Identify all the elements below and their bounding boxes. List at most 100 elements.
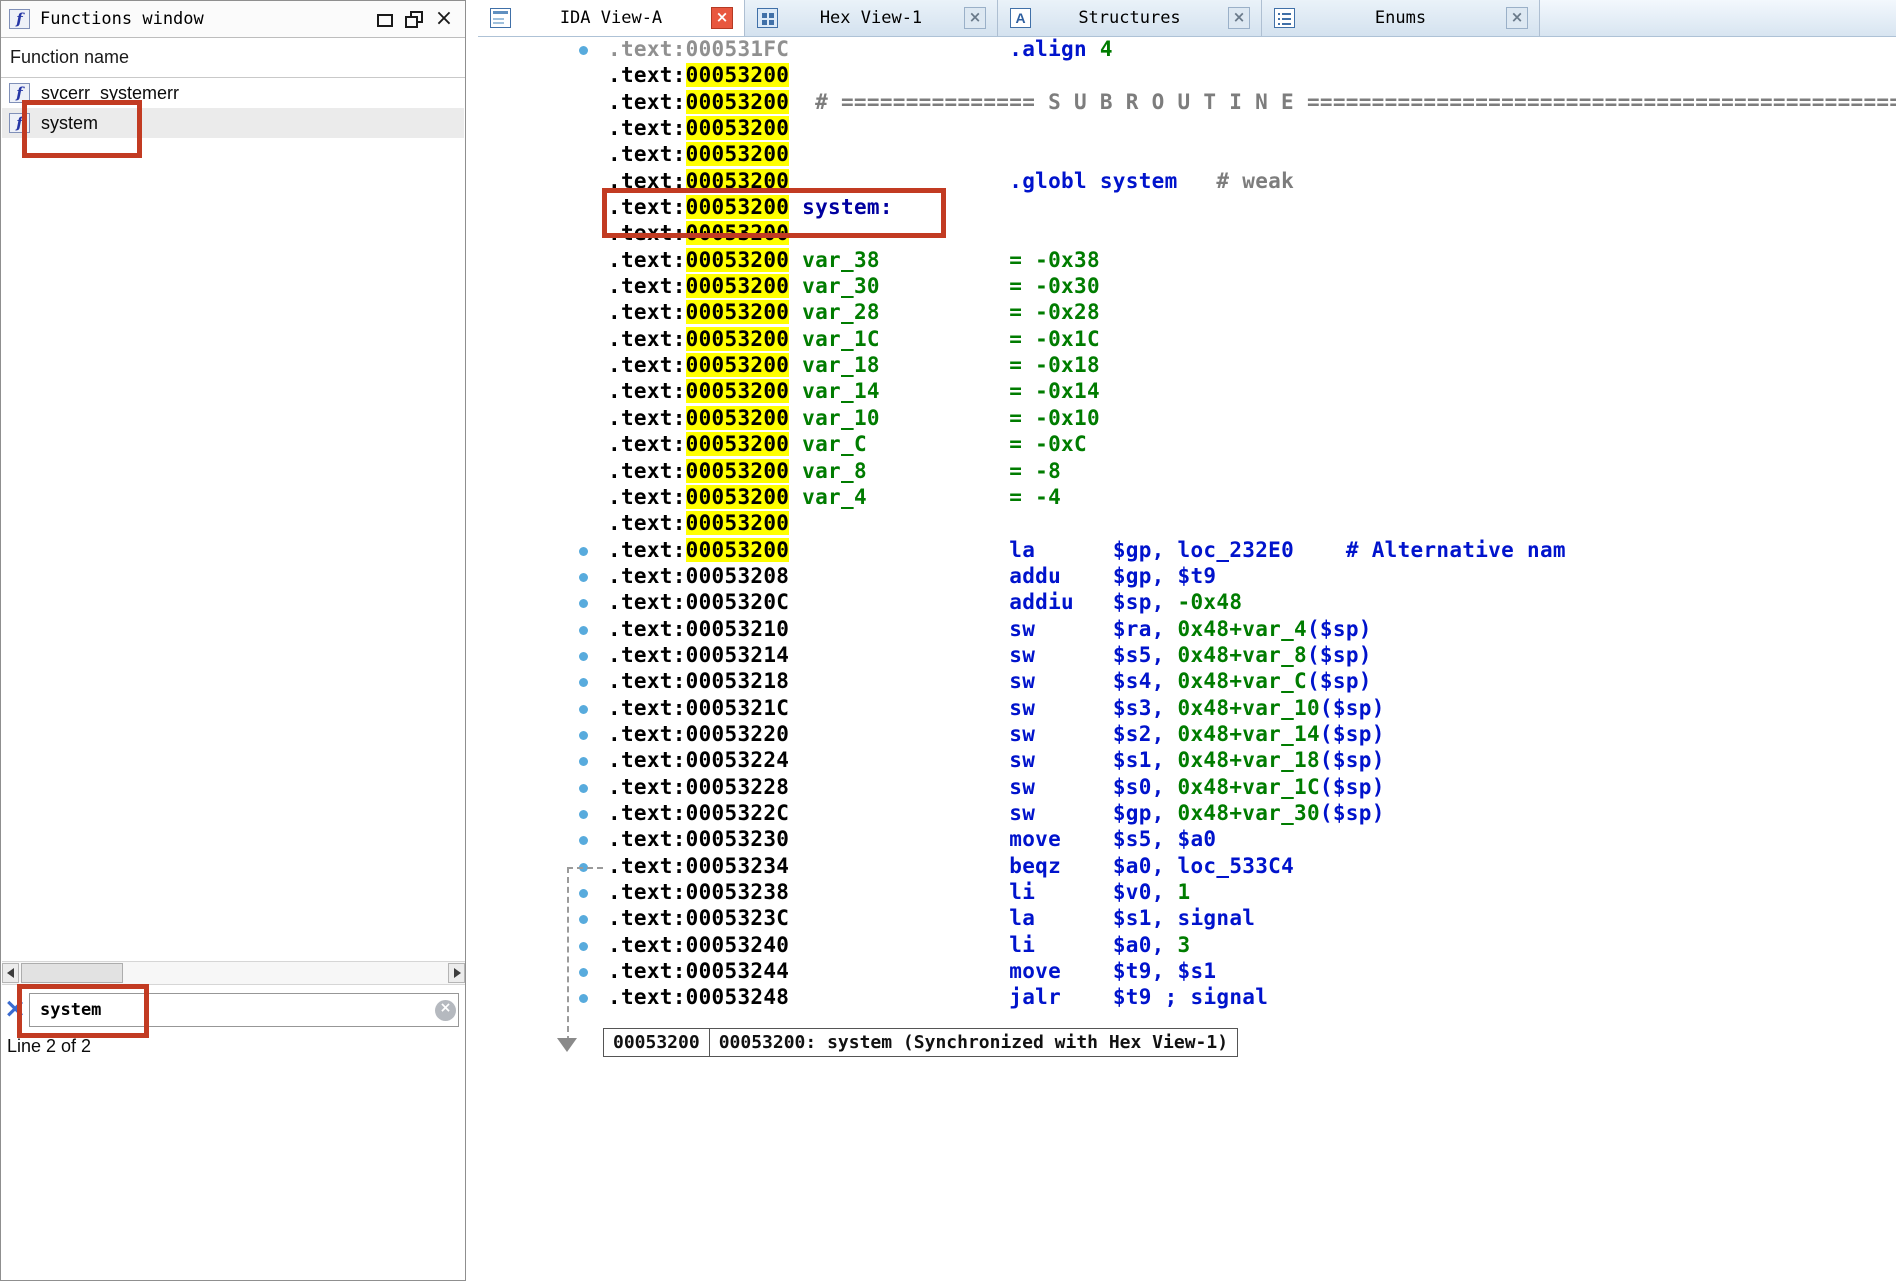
tab-close-button[interactable]: × <box>711 7 733 29</box>
disassembly-line[interactable]: .text:0005323C la $s1, signal <box>478 906 1896 932</box>
scrollbar-thumb[interactable] <box>21 963 123 983</box>
tab-structures[interactable]: Structures × <box>998 0 1262 36</box>
disassembly-line[interactable]: .text:00053200 var_28 = -0x28 <box>478 300 1896 326</box>
address: 0005322C <box>685 800 790 825</box>
clear-search-icon[interactable]: × <box>435 1000 456 1021</box>
disassembly-line[interactable]: .text:000531FC .align 4 <box>478 37 1896 63</box>
disassembly-line[interactable]: .text:00053234 beqz $a0, loc_533C4 <box>478 854 1896 880</box>
disassembly-line[interactable]: .text:00053200 <box>478 63 1896 89</box>
disassembly-line[interactable]: .text:00053210 sw $ra, 0x48+var_4($sp) <box>478 617 1896 643</box>
code-token: beqz <box>1009 853 1062 878</box>
close-button-icon[interactable]: × <box>429 5 459 33</box>
function-icon: f <box>9 9 30 29</box>
disassembly-line[interactable]: .text:00053200 <box>478 116 1896 142</box>
tab-close-button[interactable]: × <box>1228 7 1250 29</box>
tab-ida-view-a[interactable]: IDA View-A × <box>478 0 745 36</box>
horizontal-scrollbar[interactable] <box>2 961 465 985</box>
hex-view-icon <box>757 8 778 28</box>
disassembly-line[interactable]: .text:00053238 li $v0, 1 <box>478 880 1896 906</box>
disassembly-line[interactable]: .text:00053200 la $gp, loc_232E0 # Alter… <box>478 537 1896 564</box>
tab-label: Hex View-1 <box>819 8 923 28</box>
disassembly-line[interactable]: .text:00053200 var_38 = -0x38 <box>478 247 1896 274</box>
disassembly-line[interactable]: .text:00053200 <box>478 511 1896 537</box>
code-token: $s3, <box>1112 695 1178 720</box>
segment-prefix: .text: <box>608 458 686 483</box>
disassembly-line[interactable]: .text:00053200 # =============== S U B R… <box>478 89 1896 116</box>
disassembly-line[interactable]: .text:00053200 <box>478 142 1896 168</box>
disassembly-line[interactable]: .text:00053244 move $t9, $s1 <box>478 959 1896 985</box>
segment-prefix: .text: <box>608 511 686 536</box>
restore-button-icon[interactable] <box>399 5 429 33</box>
disassembly-line[interactable]: .text:00053200 var_14 = -0x14 <box>478 379 1896 405</box>
disassembly-line[interactable]: .text:00053200 var_1C = -0x1C <box>478 326 1896 353</box>
code-dot-icon <box>579 46 588 55</box>
code-token: 0x48+var_4 <box>1177 616 1307 641</box>
code-token: 3 <box>1177 932 1191 957</box>
disassembly-line[interactable]: .text:00053240 li $a0, 3 <box>478 933 1896 959</box>
disassembly-line[interactable]: .text:00053214 sw $s5, 0x48+var_8($sp) <box>478 643 1896 669</box>
disassembly-line[interactable]: .text:00053200 var_18 = -0x18 <box>478 353 1896 379</box>
code-token: sw <box>1009 800 1036 825</box>
scroll-right-button[interactable] <box>448 963 465 983</box>
address: 00053200 <box>685 537 790 562</box>
segment-prefix: .text: <box>608 116 686 141</box>
tab-close-button[interactable]: × <box>1506 7 1528 29</box>
code-token: = -0x10 <box>1009 405 1100 430</box>
disassembly-line[interactable]: .text:00053200 var_C = -0xC <box>478 432 1896 458</box>
jump-arrow <box>567 867 603 1042</box>
disassembly-line[interactable]: .text:00053248 jalr $t9 ; signal <box>478 985 1896 1011</box>
tab-enums[interactable]: Enums × <box>1262 0 1540 36</box>
segment-prefix: .text: <box>608 774 686 799</box>
code-token: 0x48+var_30 <box>1177 800 1320 825</box>
code-token: = -8 <box>1009 458 1062 483</box>
disassembly-line[interactable]: .text:00053200 var_4 = -4 <box>478 484 1896 511</box>
window-buttons: × <box>369 5 459 33</box>
disassembly-line[interactable]: .text:00053220 sw $s2, 0x48+var_14($sp) <box>478 722 1896 748</box>
disassembly-line[interactable]: .text:0005322C sw $gp, 0x48+var_30($sp) <box>478 801 1896 827</box>
disassembly-line[interactable]: .text:00053208 addu $gp, $t9 <box>478 564 1896 590</box>
disassembly-line[interactable]: .text:00053230 move $s5, $a0 <box>478 827 1896 853</box>
disassembly-line[interactable]: .text:00053200 var_8 = -8 <box>478 458 1896 485</box>
disassembly-line[interactable]: .text:0005321C sw $s3, 0x48+var_10($sp) <box>478 696 1896 722</box>
address: 00053200 <box>685 300 790 325</box>
code-token: 0x48+var_18 <box>1177 748 1320 773</box>
line-status: Line 2 of 2 <box>7 1036 92 1056</box>
code-token: ($sp) <box>1306 642 1372 667</box>
scroll-left-button[interactable] <box>2 963 19 983</box>
code-token: ($sp) <box>1319 695 1385 720</box>
column-header-function-name[interactable]: Function name <box>1 38 465 78</box>
disassembly-line[interactable]: .text:00053224 sw $s1, 0x48+var_18($sp) <box>478 748 1896 774</box>
segment-prefix: .text: <box>608 89 686 114</box>
address: 00053200 <box>685 63 790 88</box>
disassembly-line[interactable]: .text:0005320C addiu $sp, -0x48 <box>478 590 1896 616</box>
code-token: var_18 <box>802 353 880 378</box>
segment-prefix: .text: <box>608 274 686 299</box>
disassembly-line[interactable]: .text:00053218 sw $s4, 0x48+var_C($sp) <box>478 669 1896 695</box>
segment-prefix: .text: <box>608 721 686 746</box>
tab-hex-view-1[interactable]: Hex View-1 × <box>745 0 998 36</box>
tab-close-button[interactable]: × <box>964 7 986 29</box>
disassembly-line[interactable]: .text:00053200 var_30 = -0x30 <box>478 274 1896 300</box>
disassembly-line[interactable]: .text:00053228 sw $s0, 0x48+var_1C($sp) <box>478 775 1896 801</box>
maximize-button-icon[interactable] <box>369 5 399 33</box>
segment-prefix: .text: <box>608 247 686 272</box>
code-token: $ra, <box>1112 616 1178 641</box>
code-token: 1 <box>1177 880 1191 904</box>
code-token: $s1, signal <box>1112 906 1256 931</box>
disassembly-line[interactable]: .text:00053200 var_10 = -0x10 <box>478 405 1896 432</box>
jump-arrow-head-icon <box>557 1038 577 1052</box>
